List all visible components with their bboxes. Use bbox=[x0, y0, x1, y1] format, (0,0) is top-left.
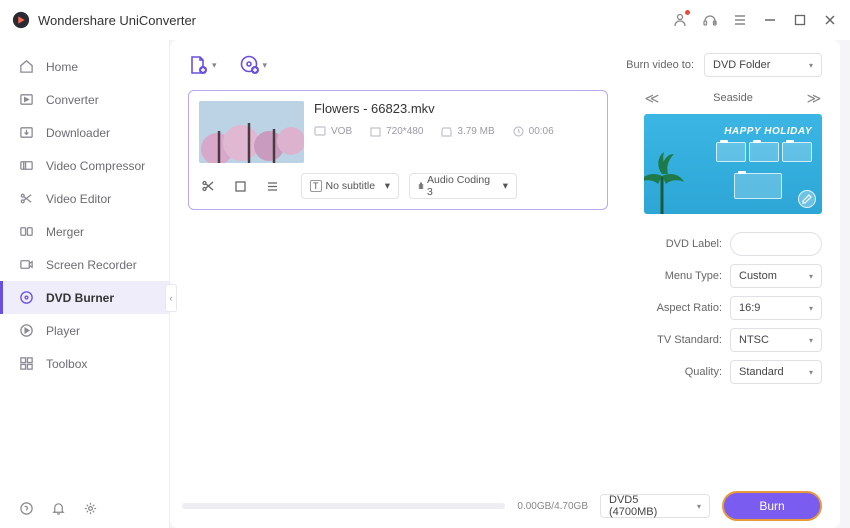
maximize-button[interactable] bbox=[792, 12, 808, 28]
more-button[interactable] bbox=[263, 177, 281, 195]
sidebar-item-downloader[interactable]: Downloader bbox=[0, 116, 169, 149]
aspect-ratio-select[interactable]: 16:9▾ bbox=[730, 296, 822, 320]
aspect-ratio-label: Aspect Ratio: bbox=[657, 302, 722, 314]
scissors-icon bbox=[18, 191, 34, 207]
tv-standard-label: TV Standard: bbox=[657, 334, 722, 346]
app-title: Wondershare UniConverter bbox=[38, 13, 196, 28]
download-icon bbox=[18, 125, 34, 141]
template-next-button[interactable]: ≫ bbox=[806, 90, 822, 106]
edit-template-button[interactable] bbox=[798, 190, 816, 208]
sidebar-item-label: Home bbox=[46, 60, 78, 74]
template-banner: HAPPY HOLIDAY bbox=[724, 126, 812, 137]
close-button[interactable] bbox=[822, 12, 838, 28]
menu-icon[interactable] bbox=[732, 12, 748, 28]
tv-standard-select[interactable]: NTSC▾ bbox=[730, 328, 822, 352]
play-icon bbox=[18, 323, 34, 339]
quality-label: Quality: bbox=[685, 366, 722, 378]
audio-select[interactable]: ıllıAudio Coding 3▾ bbox=[409, 173, 517, 199]
file-resolution: 720*480 bbox=[386, 126, 423, 137]
sidebar-item-editor[interactable]: Video Editor bbox=[0, 182, 169, 215]
dvd-label-label: DVD Label: bbox=[666, 238, 722, 250]
recorder-icon bbox=[18, 257, 34, 273]
minimize-button[interactable] bbox=[762, 12, 778, 28]
burn-to-select[interactable]: DVD Folder▾ bbox=[704, 53, 822, 77]
burn-button[interactable]: Burn bbox=[722, 491, 822, 521]
home-icon bbox=[18, 59, 34, 75]
sidebar-collapse-button[interactable]: ‹ bbox=[165, 284, 177, 312]
sidebar-item-label: DVD Burner bbox=[46, 291, 114, 305]
help-icon[interactable] bbox=[18, 500, 34, 516]
trim-button[interactable] bbox=[199, 177, 217, 195]
sidebar-item-label: Converter bbox=[46, 93, 99, 107]
sidebar-item-home[interactable]: Home bbox=[0, 50, 169, 83]
file-card: Flowers - 66823.mkv VOB 720*480 3.79 MB … bbox=[188, 90, 608, 210]
titlebar: Wondershare UniConverter bbox=[0, 0, 850, 40]
sidebar-item-player[interactable]: Player bbox=[0, 314, 169, 347]
menu-type-select[interactable]: Custom▾ bbox=[730, 264, 822, 288]
sidebar-item-recorder[interactable]: Screen Recorder bbox=[0, 248, 169, 281]
sidebar-item-label: Screen Recorder bbox=[46, 258, 137, 272]
sidebar: Home Converter Downloader Video Compress… bbox=[0, 40, 170, 528]
disc-size-select[interactable]: DVD5 (4700MB)▾ bbox=[600, 494, 710, 518]
headset-icon[interactable] bbox=[702, 12, 718, 28]
sidebar-item-converter[interactable]: Converter bbox=[0, 83, 169, 116]
sidebar-item-toolbox[interactable]: Toolbox bbox=[0, 347, 169, 380]
sidebar-item-compressor[interactable]: Video Compressor bbox=[0, 149, 169, 182]
quality-select[interactable]: Standard▾ bbox=[730, 360, 822, 384]
sidebar-item-dvd-burner[interactable]: DVD Burner bbox=[0, 281, 169, 314]
sidebar-item-label: Merger bbox=[46, 225, 84, 239]
burn-to-label: Burn video to: bbox=[626, 59, 694, 71]
file-format: VOB bbox=[331, 126, 352, 137]
sidebar-item-merger[interactable]: Merger bbox=[0, 215, 169, 248]
app-logo bbox=[12, 11, 30, 29]
file-size: 3.79 MB bbox=[457, 126, 494, 137]
sidebar-item-label: Video Editor bbox=[46, 192, 111, 206]
file-name: Flowers - 66823.mkv bbox=[314, 101, 597, 116]
video-thumbnail[interactable] bbox=[199, 101, 304, 163]
sidebar-item-label: Toolbox bbox=[46, 357, 87, 371]
subtitle-select[interactable]: TNo subtitle▾ bbox=[301, 173, 399, 199]
toolbar: ▾ ▾ Burn video to: DVD Folder▾ bbox=[170, 40, 840, 90]
compressor-icon bbox=[18, 158, 34, 174]
crop-button[interactable] bbox=[231, 177, 249, 195]
dvd-label-input[interactable] bbox=[730, 232, 822, 256]
template-prev-button[interactable]: ≪ bbox=[644, 90, 660, 106]
merger-icon bbox=[18, 224, 34, 240]
converter-icon bbox=[18, 92, 34, 108]
user-icon[interactable] bbox=[672, 12, 688, 28]
add-file-button[interactable]: ▾ bbox=[188, 54, 217, 76]
progress-text: 0.00GB/4.70GB bbox=[517, 501, 588, 512]
template-preview: HAPPY HOLIDAY bbox=[644, 114, 822, 214]
grid-icon bbox=[18, 356, 34, 372]
menu-type-label: Menu Type: bbox=[665, 270, 722, 282]
settings-icon[interactable] bbox=[82, 500, 98, 516]
disc-icon bbox=[18, 290, 34, 306]
bell-icon[interactable] bbox=[50, 500, 66, 516]
progress-bar bbox=[182, 503, 505, 509]
add-disc-button[interactable]: ▾ bbox=[239, 54, 268, 76]
sidebar-item-label: Downloader bbox=[46, 126, 110, 140]
sidebar-item-label: Player bbox=[46, 324, 80, 338]
file-duration: 00:06 bbox=[529, 126, 554, 137]
template-name: Seaside bbox=[713, 92, 753, 104]
sidebar-item-label: Video Compressor bbox=[46, 159, 145, 173]
